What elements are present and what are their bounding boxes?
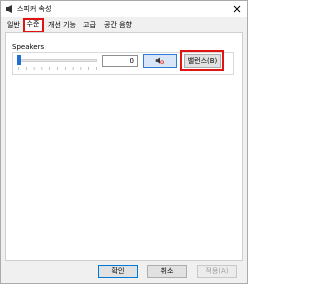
- volume-slider-thumb[interactable]: [17, 55, 21, 65]
- cancel-button[interactable]: 취소: [147, 265, 187, 278]
- speaker-icon: [6, 5, 12, 13]
- ok-button[interactable]: 확인: [98, 265, 138, 278]
- balance-button-highlight: [180, 50, 224, 71]
- tab-general[interactable]: 일반: [5, 20, 22, 31]
- title-bar: 스피커 속성: [1, 1, 247, 17]
- speaker-muted-icon: [155, 57, 165, 65]
- volume-level-field[interactable]: 0: [102, 55, 138, 67]
- volume-slider-ticks: [18, 67, 97, 70]
- tab-spatial-sound[interactable]: 공간 음향: [101, 20, 135, 31]
- tab-advanced[interactable]: 고급: [81, 20, 98, 31]
- device-label: Speakers: [12, 43, 45, 51]
- volume-slider-track[interactable]: [18, 59, 97, 62]
- window-title: 스피커 속성: [17, 5, 52, 13]
- speaker-properties-window: 스피커 속성 일반 수준 개선 기능 고급 공간 음향 Speakers 0 밸…: [0, 0, 248, 284]
- tab-levels-highlight: [23, 18, 44, 33]
- apply-button[interactable]: 적용(A): [197, 265, 237, 278]
- tab-enhancements[interactable]: 개선 기능: [45, 20, 79, 31]
- mute-button[interactable]: [143, 54, 177, 68]
- close-icon[interactable]: [231, 3, 243, 15]
